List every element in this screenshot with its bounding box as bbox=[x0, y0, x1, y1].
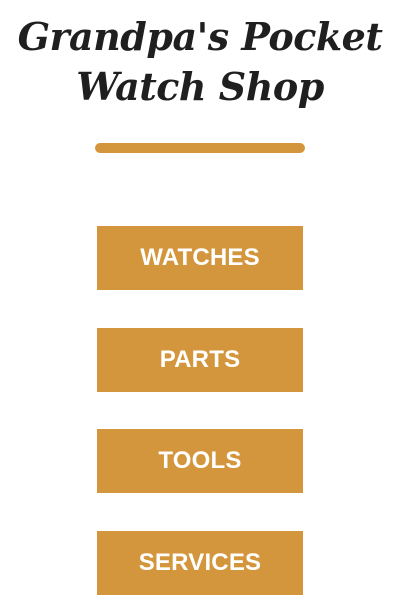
nav-button-tools[interactable]: TOOLS bbox=[97, 429, 303, 493]
nav-button-watches[interactable]: WATCHES bbox=[97, 226, 303, 290]
nav-button-parts[interactable]: PARTS bbox=[97, 328, 303, 392]
main-nav: WATCHES PARTS TOOLS SERVICES bbox=[0, 0, 400, 606]
nav-button-services[interactable]: SERVICES bbox=[97, 531, 303, 595]
